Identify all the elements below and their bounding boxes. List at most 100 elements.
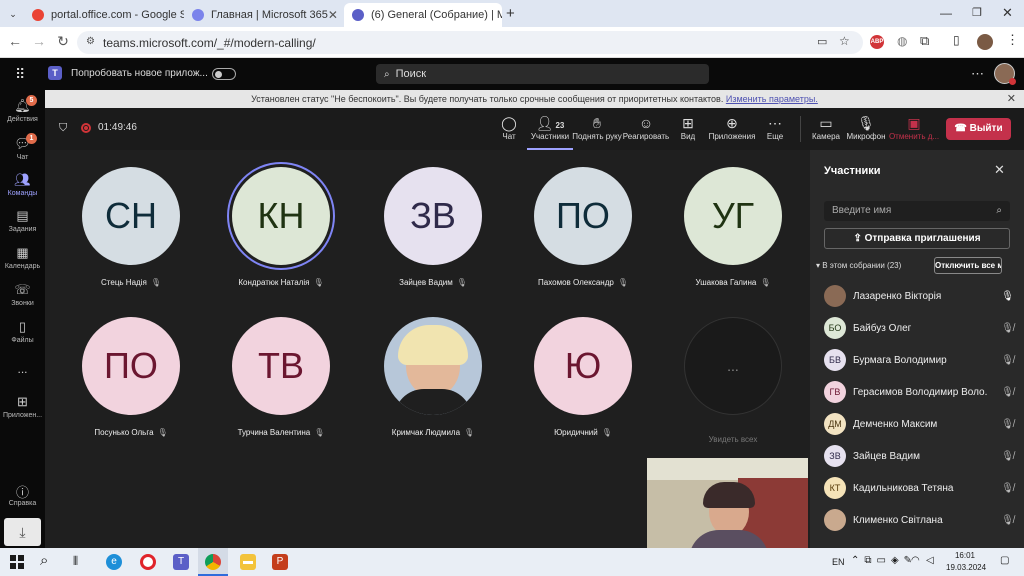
in-meeting-section-toggle[interactable]: ▾ В этом собрании (23) [816, 261, 901, 270]
mic-off-icon[interactable]: 🎙︎̸ [1001, 483, 1014, 494]
change-settings-link[interactable]: Изменить параметры. [726, 94, 818, 104]
close-tab-icon[interactable]: ✕ [328, 8, 338, 22]
browser-tab-google[interactable]: portal.office.com - Google Sear ✕ [24, 3, 184, 27]
participant-name: Кримчак Людмила 🎙︎ [358, 428, 508, 437]
clock[interactable]: 16:01 19.03.2024 [946, 550, 986, 574]
opera-icon[interactable] [140, 554, 156, 570]
participant-list-item[interactable]: КТ Кадильникова Тетяна 🎙︎̸ [824, 472, 1014, 504]
rail-apps[interactable]: ⊞ Приложен... [0, 394, 45, 419]
adblock-icon[interactable]: ABP [870, 35, 884, 49]
chrome-menu-icon[interactable]: ⋮ [1006, 32, 1019, 48]
teams-app-icon[interactable]: T [173, 554, 189, 570]
participant-name-text: Посунько Ольга [94, 428, 154, 437]
side-panel-icon[interactable]: ▯ [953, 33, 960, 47]
task-view-icon[interactable]: ⫴ [73, 554, 78, 569]
toolbar-divider [800, 116, 801, 142]
view-button[interactable]: ⊞ Вид [665, 114, 711, 141]
site-info-icon[interactable]: ⚙ [86, 36, 95, 47]
participant-list-item[interactable]: БВ Бурмага Володимир 🎙︎̸ [824, 344, 1014, 376]
send-invite-button[interactable]: ⇪ Отправка приглашения [824, 228, 1010, 249]
participant-search-input[interactable]: Введите имя ⌕ [824, 201, 1010, 221]
forward-icon[interactable]: → [30, 33, 48, 49]
mic-on-icon[interactable]: 🎙︎ [1001, 291, 1014, 302]
file-explorer-icon[interactable]: ▬ [240, 554, 256, 570]
apps-button[interactable]: ⊕ Приложения [706, 114, 758, 141]
rail-help[interactable]: ⓘ Справка [0, 482, 45, 507]
close-banner-icon[interactable]: ✕ [1007, 90, 1016, 108]
react-button[interactable]: ☺ Реагировать [622, 114, 670, 141]
chrome-icon [205, 554, 221, 570]
teams-header: ⠿ T Попробовать новое прилож... ⌕ Поиск … [0, 58, 1024, 90]
participant-name[interactable]: Увидеть всех [658, 435, 808, 444]
participant-list-item[interactable]: Лазаренко Вікторія 🎙︎ [824, 280, 1014, 312]
rail-activity[interactable]: 🔔︎ 5 Действия [0, 95, 45, 123]
bookmark-star-icon[interactable]: ☆ [839, 34, 850, 48]
new-tab-button[interactable]: + [506, 5, 515, 22]
participant-list-item[interactable]: ЗВ Зайцев Вадим 🎙︎̸ [824, 440, 1014, 472]
rail-calendar[interactable]: ▦ Календарь [0, 245, 45, 270]
close-window-icon[interactable]: ✕ [1002, 5, 1013, 21]
rail-tasks[interactable]: ▤ Задания [0, 208, 45, 233]
powerpoint-icon[interactable]: P [272, 554, 288, 570]
participant-list-item[interactable]: БО Байбуз Олег 🎙︎̸ [824, 312, 1014, 344]
notification-icon[interactable]: ▢ [1000, 555, 1009, 566]
back-icon[interactable]: ← [6, 33, 24, 49]
wifi-icon[interactable]: ◠ [911, 555, 920, 566]
rail-teams[interactable]: 👥︎ Команды [0, 172, 45, 197]
new-teams-toggle[interactable] [212, 68, 236, 80]
mic-off-icon[interactable]: 🎙︎̸ [1001, 387, 1014, 398]
microphone-button[interactable]: 🎙︎ Микрофон [841, 114, 891, 141]
participant-list-item[interactable]: ДМ Демченко Максим 🎙︎̸ [824, 408, 1014, 440]
bell-icon: 🔔︎ [14, 98, 31, 113]
restore-icon[interactable]: ❐ [972, 6, 982, 19]
windows-start-icon[interactable] [10, 555, 24, 569]
dnd-status-icon [1009, 78, 1016, 85]
profile-avatar[interactable] [977, 34, 993, 50]
participant-list-item[interactable]: ГВ Герасимов Володимир Воло... 🎙︎̸ [824, 376, 1014, 408]
microsoft365-icon [192, 9, 204, 21]
address-bar[interactable]: ⚙ teams.microsoft.com/_#/modern-calling/… [77, 31, 863, 54]
extensions-icon[interactable]: ⧉ [920, 33, 929, 49]
settings-more-icon[interactable]: ⋯ [971, 66, 984, 82]
chrome-active-tile[interactable] [198, 548, 228, 576]
minimize-icon[interactable]: — [940, 6, 952, 20]
mic-off-icon[interactable]: 🎙︎̸ [1001, 515, 1014, 526]
leave-button[interactable]: ☎︎ Выйти [946, 118, 1011, 140]
self-video-preview[interactable] [647, 458, 808, 548]
user-avatar[interactable] [994, 63, 1016, 85]
rail-more[interactable]: ... [0, 362, 45, 376]
browser-tab-teams[interactable]: (6) General (Собрание) | M ✕ [344, 3, 502, 27]
app-launcher-icon[interactable]: ⠿ [15, 66, 25, 83]
mic-off-icon[interactable]: 🎙︎̸ [1001, 419, 1014, 430]
extension-globe-icon[interactable]: ◍ [897, 34, 907, 48]
see-all-tile[interactable]: ... [684, 317, 782, 415]
edge-icon[interactable]: e [106, 554, 122, 570]
button-label: Поднять руку [572, 132, 622, 141]
download-app-button[interactable]: ⤓ [4, 518, 41, 546]
mute-all-button[interactable]: Отключить все мик... [934, 257, 1002, 274]
search-icon[interactable]: ⌕ [40, 552, 48, 569]
mic-off-icon[interactable]: 🎙︎̸ [1001, 451, 1014, 462]
volume-icon[interactable]: ◁ [926, 555, 934, 566]
mic-off-icon[interactable]: 🎙︎̸ [1001, 323, 1014, 334]
rail-chat[interactable]: 💬︎ 1 Чат [0, 133, 45, 161]
participant-list-item[interactable]: Клименко Світлана 🎙︎̸ [824, 504, 1014, 536]
chat-button[interactable]: ◯ Чат [486, 114, 532, 141]
raise-hand-button[interactable]: ✋︎ Поднять руку [572, 114, 622, 141]
more-actions-button[interactable]: ⋯ Еще [752, 114, 798, 141]
rail-calls[interactable]: ☏ Звонки [0, 282, 45, 307]
stop-sharing-button[interactable]: ▣ Отменить д... [888, 114, 940, 141]
input-language[interactable]: EN [832, 557, 845, 567]
participants-button[interactable]: 👤︎ 23 Участники [527, 114, 573, 150]
rail-files[interactable]: ▯ Файлы [0, 319, 45, 344]
tab-list-chevron-icon[interactable]: ⌄ [6, 7, 20, 21]
button-label: Участники [530, 132, 570, 141]
browser-tab-m365[interactable]: Главная | Microsoft 365 ✕ [184, 3, 344, 27]
close-panel-icon[interactable]: ✕ [994, 162, 1005, 178]
mic-off-icon[interactable]: 🎙︎̸ [1001, 355, 1014, 366]
reload-icon[interactable]: ↻ [54, 33, 72, 50]
tray-icons[interactable]: ⌃⧉▭◈✎ [851, 555, 917, 566]
camera-blocked-icon[interactable]: ▭ [817, 35, 827, 48]
search-input[interactable]: ⌕ Поиск [376, 64, 709, 84]
shield-icon[interactable]: ⛉ [59, 122, 67, 135]
